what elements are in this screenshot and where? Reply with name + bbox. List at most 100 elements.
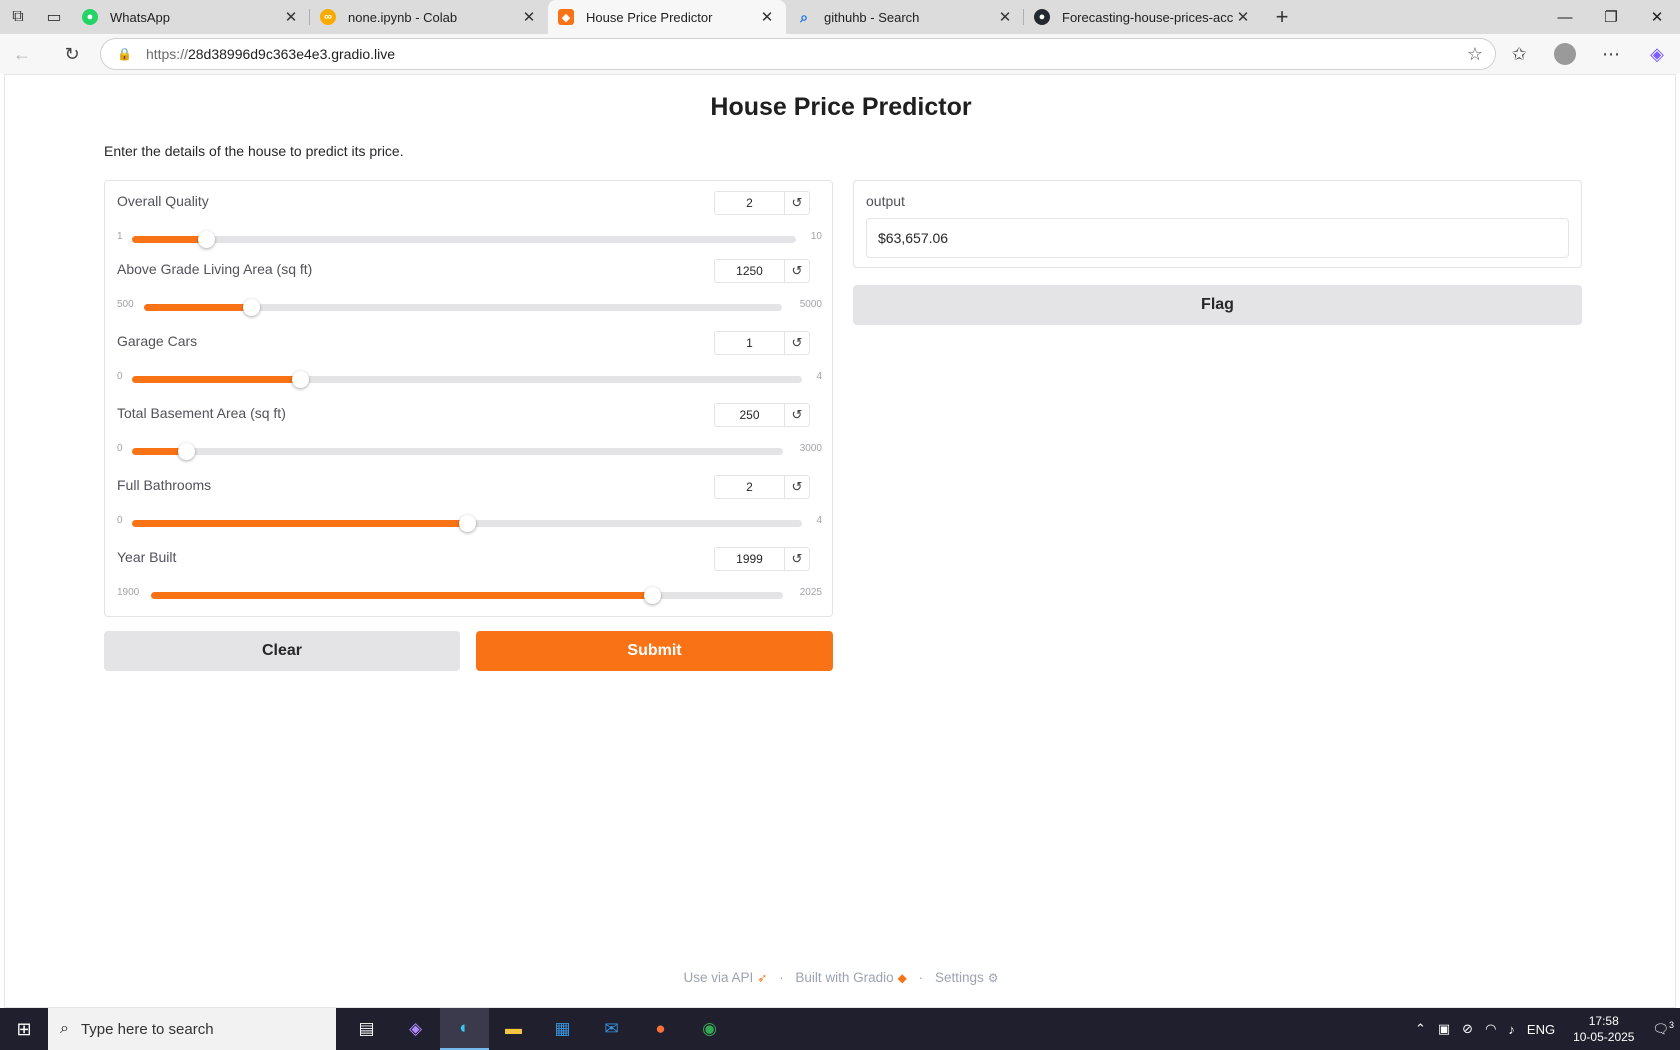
close-tab-icon[interactable]: ✕	[520, 8, 538, 26]
tab-colab[interactable]: ∞ none.ipynb - Colab ✕	[310, 0, 548, 34]
reset-icon[interactable]: ↺	[785, 192, 809, 214]
flag-button[interactable]: Flag	[853, 285, 1582, 325]
vertical-tabs-icon[interactable]: ▭	[36, 0, 72, 34]
url-host: 28d38996d9c363e4e3.gradio.live	[187, 46, 396, 62]
workspaces-icon[interactable]: ⧉	[0, 0, 36, 34]
number-input[interactable]: 1	[715, 332, 785, 354]
number-input-box: 250 ↺	[714, 403, 810, 427]
taskbar-apps: ▤ ◈ ◐ ▬ ▦ ✉ ● ◉	[342, 1008, 734, 1050]
minimize-icon[interactable]: —	[1542, 0, 1588, 34]
language-indicator[interactable]: ENG	[1527, 1022, 1555, 1037]
slider-label: Garage Cars	[117, 333, 198, 349]
more-menu-icon[interactable]: ⋯	[1588, 34, 1634, 74]
slider-garage-cars: Garage Cars 1 ↺ 0 4	[117, 331, 822, 395]
tab-whatsapp[interactable]: ● WhatsApp ✕	[72, 0, 310, 34]
clear-button[interactable]: Clear	[104, 631, 460, 671]
slider-thumb[interactable]	[178, 443, 196, 460]
new-tab-button[interactable]: +	[1262, 0, 1302, 34]
clock[interactable]: 17:58 10-05-2025	[1573, 1013, 1634, 1045]
tab-title: githuhb - Search	[824, 9, 920, 25]
output-textbox[interactable]: $63,657.06	[866, 218, 1569, 258]
task-view-icon[interactable]: ▤	[342, 1008, 391, 1050]
profile-avatar[interactable]	[1554, 43, 1576, 65]
tab-title: WhatsApp	[110, 9, 170, 25]
built-with-gradio-link[interactable]: Built with Gradio ◆	[795, 970, 907, 985]
reset-icon[interactable]: ↺	[785, 404, 809, 426]
slider-track[interactable]	[132, 231, 796, 248]
volume-icon[interactable]: ♪	[1508, 1022, 1515, 1037]
close-tab-icon[interactable]: ✕	[282, 8, 300, 26]
output-panel: output $63,657.06	[853, 180, 1582, 268]
slider-year-built: Year Built 1999 ↺ 1900 2025	[117, 547, 822, 611]
number-input-box: 2 ↺	[714, 475, 810, 499]
slider-track[interactable]	[144, 299, 782, 316]
mail-icon[interactable]: ✉	[587, 1008, 636, 1050]
rocket-icon: ➶	[757, 971, 768, 985]
slider-thumb[interactable]	[242, 299, 260, 316]
settings-link[interactable]: Settings ⚙	[935, 970, 999, 985]
copilot-icon[interactable]: ◈	[1634, 34, 1680, 74]
lock-icon[interactable]: 🔒	[117, 47, 132, 61]
clock-time: 17:58	[1588, 1014, 1619, 1028]
submit-button[interactable]: Submit	[476, 631, 833, 671]
favorite-star-icon[interactable]: ☆	[1467, 44, 1483, 65]
slider-fill	[132, 236, 206, 243]
search-icon: ⌕	[60, 1020, 69, 1037]
tab-title: Forecasting-house-prices-accurat	[1062, 9, 1234, 25]
number-input[interactable]: 1999	[715, 548, 785, 570]
file-explorer-icon[interactable]: ▬	[489, 1008, 538, 1050]
favorites-icon[interactable]: ✩	[1496, 34, 1542, 74]
number-input[interactable]: 2	[715, 192, 785, 214]
whatsapp-icon: ●	[82, 9, 98, 25]
slider-thumb[interactable]	[291, 371, 309, 388]
windows-taskbar: ⊞ ⌕ Type here to search ▤ ◈ ◐ ▬ ▦ ✉ ● ◉ …	[0, 1008, 1680, 1050]
number-input[interactable]: 250	[715, 404, 785, 426]
address-bar[interactable]: 🔒 https:// 28d38996d9c363e4e3.gradio.liv…	[100, 38, 1496, 70]
windows-start-icon[interactable]: ⊞	[0, 1008, 48, 1050]
slider-max: 2025	[799, 587, 822, 598]
restore-icon[interactable]: ❐	[1588, 0, 1634, 34]
window-controls: — ❐ ✕	[1542, 0, 1680, 34]
camera-icon[interactable]: ▣	[1438, 1021, 1450, 1037]
refresh-button[interactable]: ↻	[50, 34, 94, 74]
use-via-api-link[interactable]: Use via API ➶	[684, 970, 768, 985]
close-tab-icon[interactable]: ✕	[996, 8, 1014, 26]
slider-track[interactable]	[132, 443, 783, 460]
number-input-box: 1250 ↺	[714, 259, 810, 283]
firefox-icon[interactable]: ●	[636, 1008, 685, 1050]
taskbar-search-box[interactable]: ⌕ Type here to search	[48, 1008, 336, 1050]
tab-github-search[interactable]: ⌕ githuhb - Search ✕	[786, 0, 1024, 34]
back-button[interactable]: ←	[0, 34, 44, 74]
slider-overall-quality: Overall Quality 2 ↺ 1 10	[117, 191, 822, 255]
tab-house-price-predictor[interactable]: ◆ House Price Predictor ✕	[548, 0, 786, 34]
reset-icon[interactable]: ↺	[785, 332, 809, 354]
slider-thumb[interactable]	[459, 515, 476, 532]
reset-icon[interactable]: ↺	[785, 476, 809, 498]
reset-icon[interactable]: ↺	[785, 260, 809, 282]
footer: Use via API ➶ · Built with Gradio ◆ · Sett…	[5, 970, 1677, 985]
edge-browser-icon[interactable]: ◐	[440, 1008, 489, 1050]
number-input[interactable]: 1250	[715, 260, 785, 282]
page-description: Enter the details of the house to predic…	[104, 143, 404, 159]
microsoft-store-icon[interactable]: ▦	[538, 1008, 587, 1050]
reset-icon[interactable]: ↺	[785, 548, 809, 570]
network-off-icon[interactable]: ⊘	[1462, 1021, 1473, 1037]
slider-thumb[interactable]	[643, 587, 661, 604]
slider-track[interactable]	[132, 371, 802, 388]
chevron-up-icon[interactable]: ⌃	[1415, 1021, 1426, 1037]
close-tab-icon[interactable]: ✕	[758, 8, 776, 26]
close-window-icon[interactable]: ✕	[1634, 0, 1680, 34]
wifi-icon[interactable]: ◠	[1485, 1021, 1496, 1037]
slider-min: 1	[117, 231, 123, 242]
copilot-icon[interactable]: ◈	[391, 1008, 440, 1050]
system-tray: ⌃ ▣ ⊘ ◠ ♪ ENG 17:58 10-05-2025 🗨3	[1409, 1013, 1680, 1045]
slider-thumb[interactable]	[197, 231, 215, 248]
slider-track[interactable]	[132, 515, 802, 532]
tab-github-repo[interactable]: ● Forecasting-house-prices-accurat ✕	[1024, 0, 1262, 34]
close-tab-icon[interactable]: ✕	[1234, 8, 1252, 26]
chrome-icon[interactable]: ◉	[685, 1008, 734, 1050]
slider-track[interactable]	[151, 587, 783, 604]
number-input[interactable]: 2	[715, 476, 785, 498]
slider-fill	[144, 304, 251, 311]
notifications-icon[interactable]: 🗨3	[1652, 1020, 1674, 1037]
